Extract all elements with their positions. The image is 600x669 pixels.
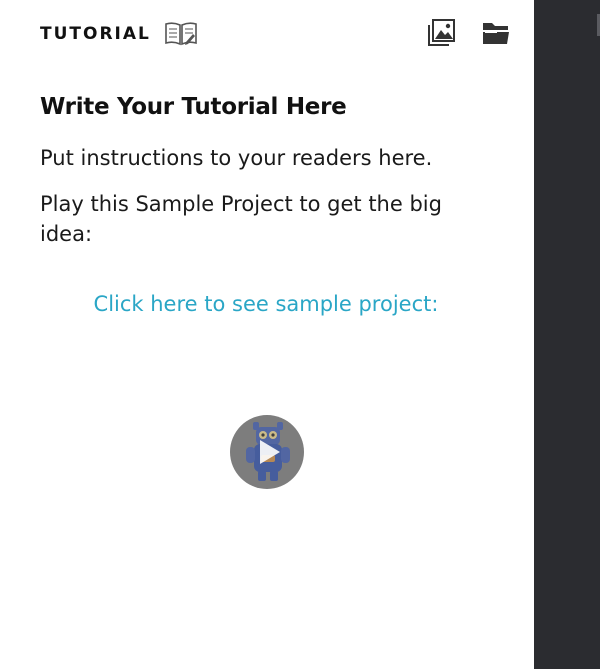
open-book-icon: [165, 22, 197, 46]
play-sample-project-button[interactable]: [230, 415, 304, 489]
tutorial-header: TUTORIAL: [40, 16, 512, 52]
tutorial-panel: TUTORIAL Write Your Tutorial Here Put in…: [0, 0, 534, 669]
robot-thumbnail-icon: [246, 422, 290, 481]
sample-project-link[interactable]: Click here to see sample project:: [40, 292, 492, 316]
folder-icon[interactable]: [481, 20, 511, 46]
sample-project-paragraph: Play this Sample Project to get the big …: [40, 192, 442, 246]
tutorial-heading: Write Your Tutorial Here: [40, 94, 347, 120]
instructions-paragraph: Put instructions to your readers here.: [40, 146, 433, 170]
tutorial-content: Write Your Tutorial Here Put instruction…: [40, 94, 500, 249]
side-panel: [534, 0, 600, 669]
tutorial-title: TUTORIAL: [40, 24, 151, 44]
image-gallery-icon[interactable]: [426, 18, 456, 48]
